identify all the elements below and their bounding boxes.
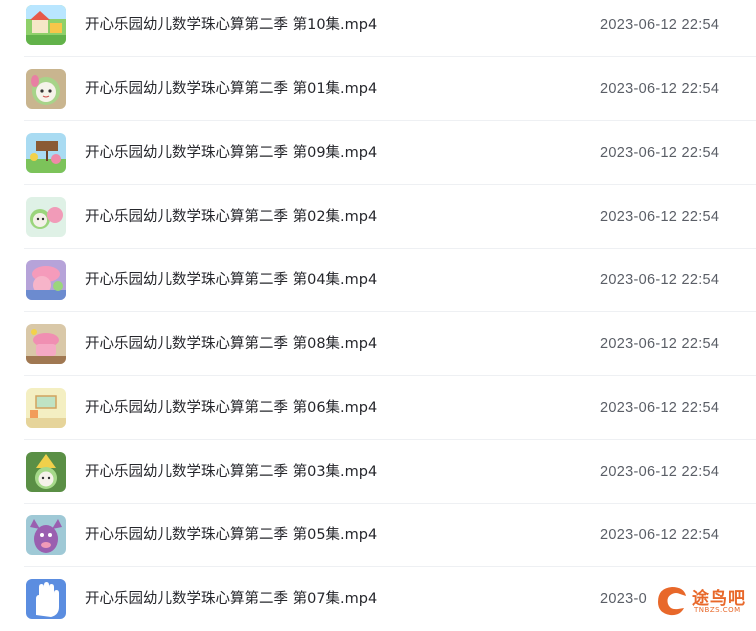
file-row[interactable]: 开心乐园幼儿数学珠心算第二季 第08集.mp4 2023-06-12 22:54	[0, 313, 756, 376]
file-row[interactable]: 开心乐园幼儿数学珠心算第二季 第06集.mp4 2023-06-12 22:54	[0, 377, 756, 440]
file-row[interactable]: 开心乐园幼儿数学珠心算第二季 第04集.mp4 2023-06-12 22:54	[0, 249, 756, 312]
file-name[interactable]: 开心乐园幼儿数学珠心算第二季 第10集.mp4	[85, 13, 377, 37]
file-name[interactable]: 开心乐园幼儿数学珠心算第二季 第02集.mp4	[85, 205, 377, 229]
file-date: 2023-06-12 22:54	[600, 400, 720, 416]
file-date: 2023-06-12 22:54	[600, 17, 720, 33]
watermark-logo: 途鸟吧 TNBZS.COM	[650, 580, 756, 620]
video-thumbnail[interactable]	[26, 69, 66, 109]
video-thumbnail[interactable]	[26, 388, 66, 428]
file-date: 2023-06-12 22:54	[600, 145, 720, 161]
row-divider	[24, 439, 756, 440]
file-name[interactable]: 开心乐园幼儿数学珠心算第二季 第04集.mp4	[85, 268, 377, 292]
row-divider	[24, 56, 756, 57]
file-row[interactable]: 开心乐园幼儿数学珠心算第二季 第03集.mp4 2023-06-12 22:54	[0, 441, 756, 504]
file-date: 2023-06-12 22:54	[600, 272, 720, 288]
file-name[interactable]: 开心乐园幼儿数学珠心算第二季 第06集.mp4	[85, 396, 377, 420]
file-row[interactable]: 开心乐园幼儿数学珠心算第二季 第02集.mp4 2023-06-12 22:54	[0, 186, 756, 249]
file-date: 2023-06-12 22:54	[600, 336, 720, 352]
file-name[interactable]: 开心乐园幼儿数学珠心算第二季 第09集.mp4	[85, 141, 377, 165]
video-thumbnail[interactable]	[26, 324, 66, 364]
file-name[interactable]: 开心乐园幼儿数学珠心算第二季 第08集.mp4	[85, 332, 377, 356]
row-divider	[24, 120, 756, 121]
file-name[interactable]: 开心乐园幼儿数学珠心算第二季 第07集.mp4	[85, 587, 377, 611]
file-row[interactable]: 开心乐园幼儿数学珠心算第二季 第07集.mp4 2023-0	[0, 568, 756, 631]
row-divider	[24, 311, 756, 312]
file-date: 2023-0	[600, 591, 647, 607]
video-thumbnail[interactable]	[26, 515, 66, 555]
row-divider	[24, 375, 756, 376]
file-date: 2023-06-12 22:54	[600, 464, 720, 480]
file-list: 开心乐园幼儿数学珠心算第二季 第10集.mp4 2023-06-12 22:54…	[0, 0, 756, 620]
file-date: 2023-06-12 22:54	[600, 527, 720, 543]
file-row[interactable]: 开心乐园幼儿数学珠心算第二季 第10集.mp4 2023-06-12 22:54	[0, 0, 756, 57]
video-thumbnail[interactable]	[26, 260, 66, 300]
video-thumbnail[interactable]	[26, 5, 66, 45]
video-thumbnail[interactable]	[26, 452, 66, 492]
bird-logo-icon	[658, 587, 686, 616]
video-thumbnail[interactable]	[26, 197, 66, 237]
file-name[interactable]: 开心乐园幼儿数学珠心算第二季 第01集.mp4	[85, 77, 377, 101]
video-thumbnail[interactable]	[26, 579, 66, 619]
file-date: 2023-06-12 22:54	[600, 81, 720, 97]
row-divider	[24, 184, 756, 185]
watermark-subtext: TNBZS.COM	[694, 606, 741, 614]
file-row[interactable]: 开心乐园幼儿数学珠心算第二季 第05集.mp4 2023-06-12 22:54	[0, 504, 756, 567]
file-row[interactable]: 开心乐园幼儿数学珠心算第二季 第01集.mp4 2023-06-12 22:54	[0, 58, 756, 121]
file-name[interactable]: 开心乐园幼儿数学珠心算第二季 第05集.mp4	[85, 523, 377, 547]
file-date: 2023-06-12 22:54	[600, 209, 720, 225]
row-divider	[24, 566, 756, 567]
video-thumbnail[interactable]	[26, 133, 66, 173]
file-row[interactable]: 开心乐园幼儿数学珠心算第二季 第09集.mp4 2023-06-12 22:54	[0, 122, 756, 185]
file-name[interactable]: 开心乐园幼儿数学珠心算第二季 第03集.mp4	[85, 460, 377, 484]
